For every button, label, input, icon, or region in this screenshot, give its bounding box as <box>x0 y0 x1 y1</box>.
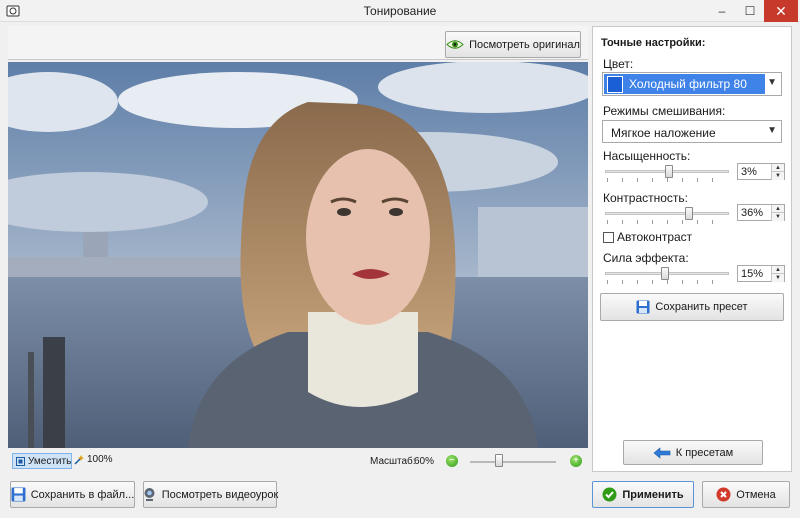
strength-label: Сила эффекта: <box>603 251 689 265</box>
blend-label: Режимы смешивания: <box>603 104 726 118</box>
saturation-value: 3% <box>741 166 757 178</box>
maximize-button[interactable]: ☐ <box>736 0 764 22</box>
saturation-label: Насыщенность: <box>603 149 691 163</box>
fit-icon <box>16 456 25 466</box>
close-button[interactable]: ✕ <box>764 0 798 22</box>
close-icon: ✕ <box>775 2 787 19</box>
chevron-down-icon: ▼ <box>767 77 777 88</box>
contrast-slider-thumb[interactable] <box>685 207 694 220</box>
spin-up-icon[interactable]: ▲ <box>771 164 784 172</box>
minimize-icon: – <box>718 4 726 18</box>
zoom-out-button[interactable]: − <box>446 455 458 467</box>
apply-button[interactable]: Применить <box>592 481 694 508</box>
eye-icon <box>446 40 464 49</box>
save-to-file-button[interactable]: Сохранить в файл... <box>10 481 135 508</box>
magic-zoom-icon <box>74 454 84 465</box>
saturation-slider-thumb[interactable] <box>665 165 674 178</box>
spin-down-icon[interactable]: ▼ <box>771 172 784 180</box>
cancel-button[interactable]: Отмена <box>702 481 790 508</box>
saturation-spinbox[interactable]: 3% ▲ ▼ <box>737 163 785 180</box>
status-bar: Уместить 100% Масштаб: 60% − + <box>8 450 588 472</box>
contrast-value: 36% <box>741 207 764 219</box>
contrast-ticks <box>607 220 727 224</box>
cancel-label: Отмена <box>736 488 776 501</box>
zoom-in-button[interactable]: + <box>570 455 582 467</box>
save-preset-button[interactable]: Сохранить пресет <box>600 293 784 321</box>
watch-video-label: Посмотреть видеоурок <box>161 488 279 501</box>
color-swatch <box>607 75 623 93</box>
save-to-file-label: Сохранить в файл... <box>30 488 135 501</box>
autocontrast-checkbox[interactable]: Автоконтраст <box>603 230 692 244</box>
zoom-100-label: 100% <box>87 454 113 465</box>
spin-down-icon[interactable]: ▼ <box>771 213 784 221</box>
strength-slider-thumb[interactable] <box>660 267 669 280</box>
strength-value: 15% <box>741 268 764 280</box>
settings-heading: Точные настройки: <box>601 37 706 49</box>
spin-down-icon[interactable]: ▼ <box>771 274 784 282</box>
view-original-button[interactable]: Посмотреть оригинал <box>445 31 581 58</box>
maximize-icon: ☐ <box>744 4 756 18</box>
contrast-spinbox[interactable]: 36% ▲ ▼ <box>737 204 785 221</box>
floppy-disk-icon <box>636 300 650 314</box>
spin-up-icon[interactable]: ▲ <box>771 266 784 274</box>
strength-ticks <box>607 280 727 284</box>
back-to-presets-label: К пресетам <box>675 446 734 459</box>
blend-value: Мягкое наложение <box>611 126 716 140</box>
zoom-slider-track[interactable] <box>470 461 556 463</box>
autocontrast-label: Автоконтраст <box>617 230 693 244</box>
color-dropdown[interactable]: Холодный фильтр 80 ▼ <box>602 72 782 96</box>
window-title: Тонирование <box>363 4 437 18</box>
fit-label: Уместить <box>28 455 72 467</box>
settings-panel: Точные настройки: Цвет: Холодный фильтр … <box>592 26 792 472</box>
chevron-down-icon: ▼ <box>767 125 777 136</box>
floppy-disk-icon <box>11 487 26 502</box>
webcam-icon <box>144 488 155 501</box>
cancel-circle-icon <box>716 487 731 502</box>
minimize-button[interactable]: – <box>708 0 736 22</box>
photo-preview[interactable] <box>8 62 588 448</box>
contrast-label: Контрастность: <box>603 191 689 205</box>
saturation-ticks <box>607 178 727 182</box>
color-value: Холодный фильтр 80 <box>629 77 747 91</box>
back-to-presets-button[interactable]: К пресетам <box>623 440 763 465</box>
plus-icon: + <box>573 455 579 466</box>
arrow-left-icon <box>653 446 671 459</box>
strength-spinbox[interactable]: 15% ▲ ▼ <box>737 265 785 282</box>
view-original-label: Посмотреть оригинал <box>469 38 580 51</box>
contrast-slider-track[interactable] <box>605 212 729 215</box>
title-bar: Тонирование – ☐ ✕ <box>0 0 800 22</box>
watch-video-tutorial-button[interactable]: Посмотреть видеоурок <box>143 481 279 508</box>
check-circle-icon <box>602 487 617 502</box>
zoom-slider-thumb[interactable] <box>495 454 503 467</box>
checkbox-box[interactable] <box>603 231 614 243</box>
save-preset-label: Сохранить пресет <box>655 301 748 313</box>
blend-mode-dropdown[interactable]: Мягкое наложение ▼ <box>602 120 782 143</box>
spin-up-icon[interactable]: ▲ <box>771 205 784 213</box>
color-selected: Холодный фильтр 80 <box>604 74 765 94</box>
photo-image <box>8 62 588 448</box>
apply-label: Применить <box>622 488 684 501</box>
scale-value: 60% <box>414 456 435 467</box>
scale-label: Масштаб: <box>370 456 416 467</box>
color-label: Цвет: <box>603 57 634 71</box>
fit-button[interactable]: Уместить <box>12 453 72 469</box>
zoom-100-button[interactable]: 100% <box>74 454 113 465</box>
minus-icon: − <box>449 455 455 466</box>
